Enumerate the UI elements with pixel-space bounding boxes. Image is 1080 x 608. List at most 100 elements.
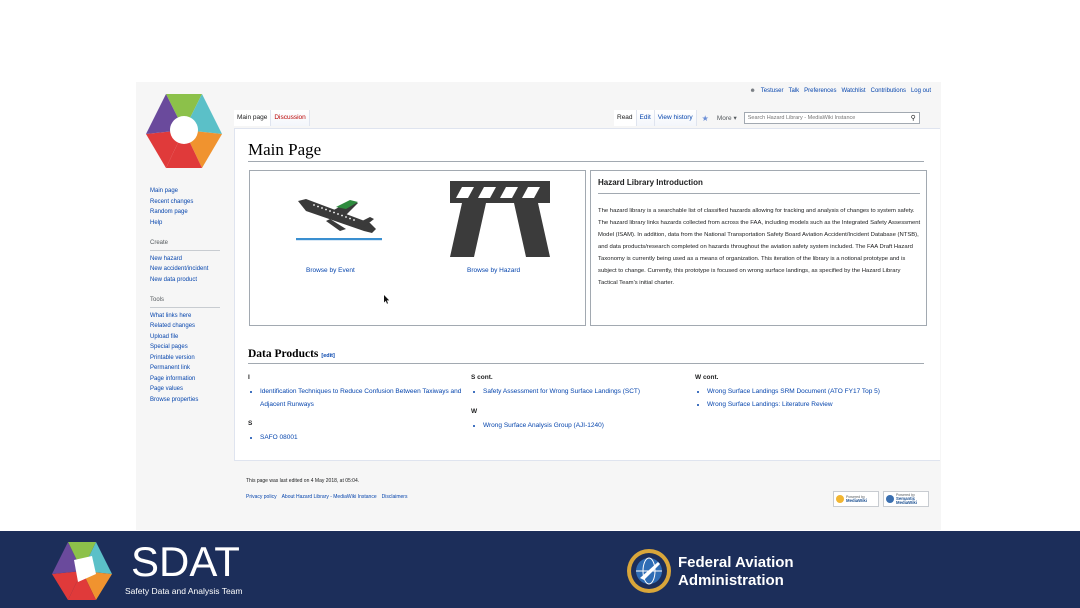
personal-watchlist[interactable]: Watchlist <box>841 88 865 94</box>
sidebar: Main page Recent changes Random page Hel… <box>150 186 226 405</box>
product-list: Safety Assessment for Wrong Surface Land… <box>471 386 686 399</box>
sidebar-item-page-values[interactable]: Page values <box>150 384 226 395</box>
intro-text: The hazard library is a searchable list … <box>598 208 921 286</box>
data-products-divider <box>248 363 924 364</box>
more-menu[interactable]: More ▾ <box>714 110 740 126</box>
disclaimers-link[interactable]: Disclaimers <box>382 494 408 500</box>
personal-logout[interactable]: Log out <box>911 88 931 94</box>
personal-talk[interactable]: Talk <box>788 88 799 94</box>
personal-tools: ☻ Testuser Talk Preferences Watchlist Co… <box>749 88 931 94</box>
sidebar-item-permanent-link[interactable]: Permanent link <box>150 363 226 374</box>
personal-contributions[interactable]: Contributions <box>871 88 906 94</box>
tab-view-history[interactable]: View history <box>654 110 697 126</box>
browse-by-event-link[interactable]: Browse by Event <box>306 267 355 274</box>
product-link[interactable]: Wrong Surface Analysis Group (AJI-1240) <box>483 422 604 429</box>
list-item[interactable]: Wrong Surface Landings SRM Document (ATO… <box>707 386 910 399</box>
list-item[interactable]: SAFO 08001 <box>260 432 463 445</box>
bottom-banner: SDAT Safety Data and Analysis Team Feder… <box>0 531 1080 608</box>
sidebar-item-related-changes[interactable]: Related changes <box>150 321 226 332</box>
sidebar-item-help[interactable]: Help <box>150 218 226 229</box>
tab-read[interactable]: Read <box>614 110 637 126</box>
product-list: Wrong Surface Analysis Group (AJI-1240) <box>471 420 686 433</box>
letter-heading: W cont. <box>695 374 719 381</box>
list-item[interactable]: Wrong Surface Landings: Literature Revie… <box>707 399 910 412</box>
sdat-logo-icon <box>52 542 112 600</box>
personal-preferences[interactable]: Preferences <box>804 88 836 94</box>
last-edited-text: This page was last edited on 4 May 2018,… <box>246 478 360 484</box>
powered-by-smw-badge[interactable]: Powered by Semantic MediaWiki <box>883 491 929 507</box>
sidebar-item-what-links-here[interactable]: What links here <box>150 311 226 322</box>
list-item[interactable]: Identification Techniques to Reduce Conf… <box>260 386 463 411</box>
sidebar-heading-create: Create <box>150 238 220 251</box>
content-area: Main Page Browse by Event Browse by Haza… <box>234 128 940 461</box>
product-link[interactable]: SAFO 08001 <box>260 434 298 441</box>
product-list: Wrong Surface Landings SRM Document (ATO… <box>695 386 910 411</box>
badge-text: Powered by MediaWiki <box>846 495 867 503</box>
product-link[interactable]: Identification Techniques to Reduce Conf… <box>260 388 461 408</box>
sdat-title: SDAT <box>131 538 240 585</box>
sidebar-item-browse-properties[interactable]: Browse properties <box>150 395 226 406</box>
browse-by-hazard-link[interactable]: Browse by Hazard <box>467 267 520 274</box>
tab-main-page[interactable]: Main page <box>234 110 272 126</box>
letter-heading: S <box>248 420 253 427</box>
mouse-cursor-icon <box>384 295 390 304</box>
sidebar-item-new-accident[interactable]: New accident/incident <box>150 264 226 275</box>
sidebar-item-main-page[interactable]: Main page <box>150 186 226 197</box>
sidebar-item-page-information[interactable]: Page information <box>150 374 226 385</box>
intro-title: Hazard Library Introduction <box>598 178 703 187</box>
sidebar-item-new-data-product[interactable]: New data product <box>150 275 226 286</box>
smw-icon <box>886 495 894 503</box>
list-item[interactable]: Wrong Surface Analysis Group (AJI-1240) <box>483 420 686 433</box>
product-list: Identification Techniques to Reduce Conf… <box>248 386 463 411</box>
sidebar-item-printable-version[interactable]: Printable version <box>150 353 226 364</box>
edit-section-link[interactable]: [edit] <box>321 353 334 359</box>
product-link[interactable]: Wrong Surface Landings: Literature Revie… <box>707 401 833 408</box>
hazard-library-logo[interactable] <box>144 90 224 170</box>
title-divider <box>248 161 924 162</box>
data-products-title: Data Products <box>248 348 319 360</box>
data-products-heading: Data Products [edit] <box>248 348 335 360</box>
product-link[interactable]: Safety Assessment for Wrong Surface Land… <box>483 388 640 395</box>
search-icon[interactable]: ⚲ <box>911 114 916 122</box>
faa-name-text: Federal Aviation Administration <box>678 554 794 589</box>
powered-by-mediawiki-badge[interactable]: Powered by MediaWiki <box>833 491 879 507</box>
sidebar-heading-tools: Tools <box>150 295 220 308</box>
letter-heading: S cont. <box>471 374 493 381</box>
sidebar-item-special-pages[interactable]: Special pages <box>150 342 226 353</box>
wiki-window: ☻ Testuser Talk Preferences Watchlist Co… <box>136 82 941 530</box>
sidebar-item-new-hazard[interactable]: New hazard <box>150 254 226 265</box>
airplane-landing-icon[interactable] <box>296 193 382 245</box>
namespace-tabs: Main page Discussion <box>234 110 310 126</box>
watch-star-icon[interactable]: ★ <box>697 114 714 123</box>
product-link[interactable]: Wrong Surface Landings SRM Document (ATO… <box>707 388 880 395</box>
search-input[interactable] <box>747 115 898 121</box>
footer-badges: Powered by MediaWiki Powered by Semantic M… <box>833 491 929 507</box>
data-products-column: W cont. Wrong Surface Landings SRM Docum… <box>695 374 910 420</box>
personal-testuser[interactable]: Testuser <box>761 88 784 94</box>
sdat-subtitle: Safety Data and Analysis Team <box>125 586 243 596</box>
search-box: ⚲ <box>743 112 920 124</box>
faa-seal-icon <box>627 549 671 593</box>
sidebar-item-upload-file[interactable]: Upload file <box>150 332 226 343</box>
faa-name: Federal Aviation Administration <box>678 554 794 590</box>
data-products-column: S cont. Safety Assessment for Wrong Surf… <box>471 374 686 441</box>
tab-discussion[interactable]: Discussion <box>271 110 310 126</box>
privacy-policy-link[interactable]: Privacy policy <box>246 494 277 500</box>
sidebar-navigation: Main page Recent changes Random page Hel… <box>150 186 226 228</box>
about-link[interactable]: About Hazard Library - MediaWiki Instanc… <box>282 494 377 500</box>
user-icon: ☻ <box>749 88 756 94</box>
footer-links: Privacy policy About Hazard Library - Me… <box>246 494 407 500</box>
badge-text: Powered by Semantic MediaWiki <box>896 493 926 505</box>
sidebar-item-recent-changes[interactable]: Recent changes <box>150 197 226 208</box>
letter-heading: I <box>248 374 250 381</box>
list-item[interactable]: Safety Assessment for Wrong Surface Land… <box>483 386 686 399</box>
mediawiki-flower-icon <box>836 495 844 503</box>
sidebar-item-random-page[interactable]: Random page <box>150 207 226 218</box>
product-list: SAFO 08001 <box>248 432 463 445</box>
letter-heading: W <box>471 407 478 415</box>
intro-panel: Hazard Library Introduction The hazard l… <box>590 170 927 326</box>
intro-divider <box>598 193 920 194</box>
runway-hazard-icon[interactable] <box>448 181 552 257</box>
tab-edit[interactable]: Edit <box>636 110 655 126</box>
page-title: Main Page <box>248 140 322 159</box>
